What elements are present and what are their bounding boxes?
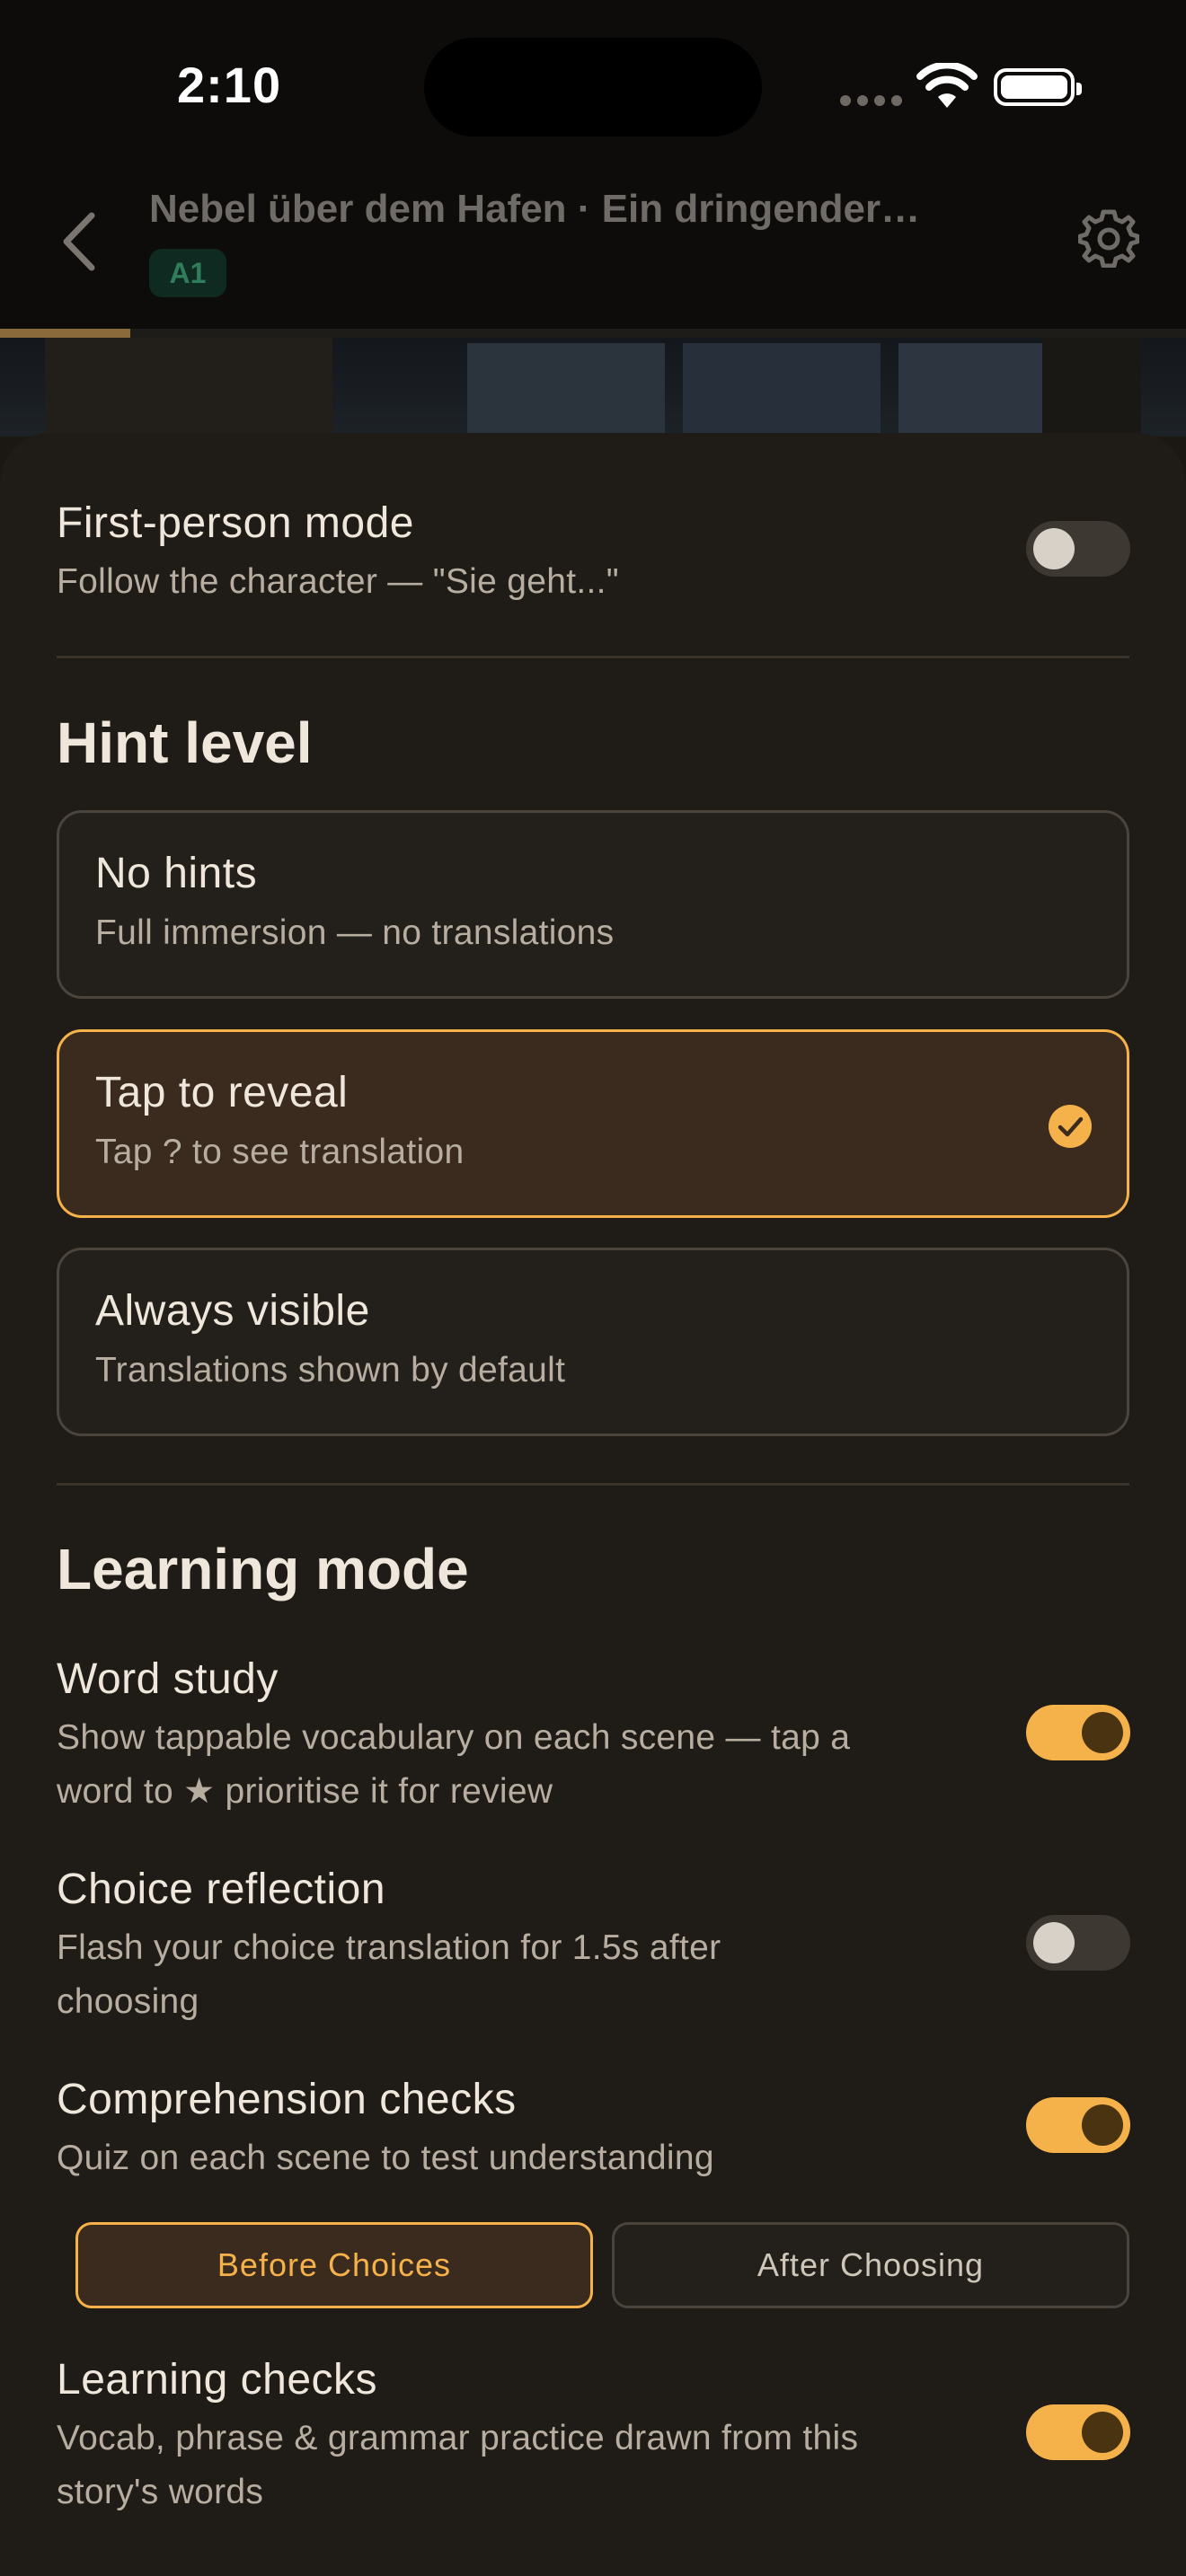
timing-after-choosing-button[interactable]: After Choosing: [612, 2222, 1129, 2308]
word-study-subtitle-line1: Show tappable vocabulary on each scene —…: [57, 1718, 851, 1757]
choice-reflection-toggle[interactable]: [1026, 1915, 1130, 1971]
status-bar: 2:10: [0, 0, 1186, 162]
status-time: 2:10: [177, 57, 282, 113]
story-progress-fill: [0, 329, 131, 338]
hint-option-tap-to-reveal[interactable]: Tap to reveal Tap ? to see translation: [57, 1029, 1129, 1218]
gear-icon[interactable]: [1078, 207, 1139, 268]
learning-mode-heading: Learning mode: [57, 1537, 469, 1601]
hint-option-always-visible[interactable]: Always visible Translations shown by def…: [57, 1248, 1129, 1436]
hint-option-no-hints[interactable]: No hints Full immersion — no translation…: [57, 810, 1129, 999]
choice-reflection-subtitle-line2: choosing: [57, 1982, 199, 2021]
divider: [57, 656, 1129, 658]
story-title: Nebel über dem Hafen · Ein dringender…: [149, 187, 921, 231]
first-person-title: First-person mode: [57, 499, 414, 547]
learning-checks-subtitle-line1: Vocab, phrase & grammar practice drawn f…: [57, 2419, 859, 2457]
word-study-title: Word study: [57, 1655, 279, 1703]
word-study-toggle[interactable]: [1026, 1705, 1130, 1760]
choice-reflection-subtitle-line1: Flash your choice translation for 1.5s a…: [57, 1928, 721, 1967]
hint-level-heading: Hint level: [57, 710, 313, 775]
first-person-toggle[interactable]: [1026, 521, 1130, 577]
comprehension-checks-title: Comprehension checks: [57, 2076, 517, 2123]
comprehension-checks-toggle[interactable]: [1026, 2097, 1130, 2153]
learning-checks-title: Learning checks: [57, 2356, 378, 2404]
back-chevron-icon[interactable]: [58, 210, 101, 273]
cellular-signal-icon: [840, 95, 903, 106]
option-title: No hints: [95, 850, 258, 897]
option-title: Tap to reveal: [95, 1069, 349, 1116]
story-header: Nebel über dem Hafen · Ein dringender… A…: [0, 162, 1186, 329]
timing-before-choices-button[interactable]: Before Choices: [75, 2222, 593, 2308]
first-person-subtitle: Follow the character — "Sie geht...": [57, 562, 619, 601]
learning-checks-subtitle-line2: story's words: [57, 2473, 264, 2511]
choice-reflection-title: Choice reflection: [57, 1866, 386, 1913]
wifi-icon: [916, 63, 978, 108]
divider: [57, 1483, 1129, 1486]
option-subtitle: Full immersion — no translations: [95, 913, 615, 952]
option-subtitle: Tap ? to see translation: [95, 1133, 465, 1171]
checkmark-icon: [1049, 1105, 1092, 1148]
story-progress-bar: [0, 329, 1186, 338]
word-study-subtitle-line2: word to ★ prioritise it for review: [57, 1772, 553, 1811]
learning-checks-toggle[interactable]: [1026, 2404, 1130, 2460]
option-subtitle: Translations shown by default: [95, 1351, 566, 1389]
level-badge: A1: [149, 249, 226, 297]
dynamic-island: [424, 38, 762, 137]
option-title: Always visible: [95, 1287, 370, 1335]
battery-icon: [994, 68, 1082, 106]
scene-image: [0, 338, 1186, 437]
comprehension-checks-subtitle: Quiz on each scene to test understanding: [57, 2139, 714, 2177]
